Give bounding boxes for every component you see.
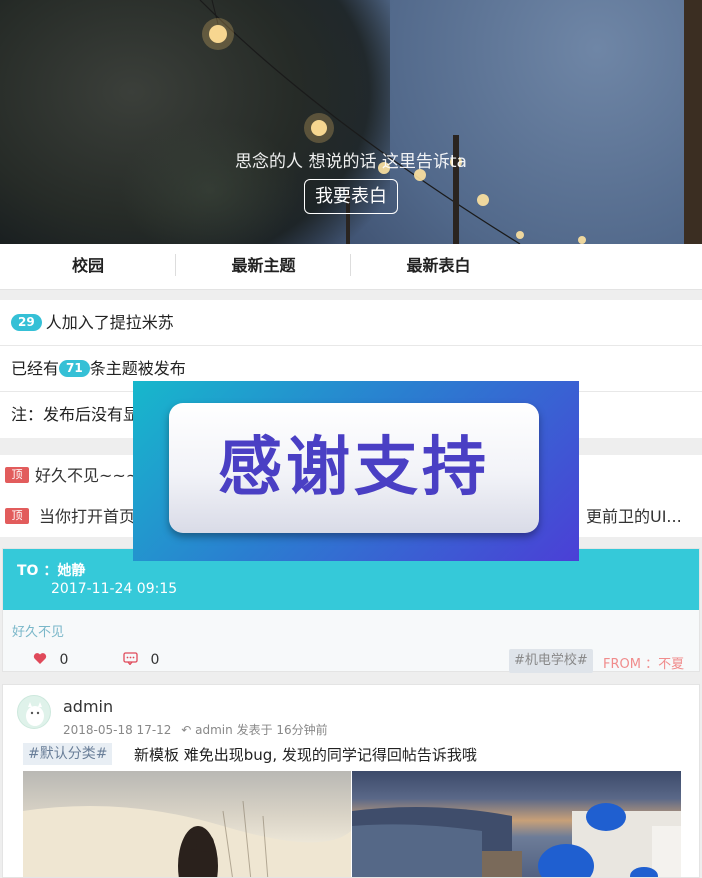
tab-latest-confessions[interactable]: 最新表白 [351,244,526,290]
members-count-badge: 29 [11,313,42,331]
tab-bar: 校园 最新主题 最新表白 [0,244,702,290]
hero-title: 思念的人 想说的话 这里告诉ta [235,152,467,172]
pin-badge: 顶 [5,467,29,483]
members-stat: 29 人加入了提拉米苏 [0,300,702,346]
post-image-couple[interactable] [23,771,351,877]
hero-banner: 思念的人 想说的话 这里告诉ta 我要表白 [0,0,702,244]
topics-count-badge: 71 [59,359,90,377]
category-tag[interactable]: #默认分类# [23,743,113,765]
thanks-badge: 感谢支持 [169,403,539,533]
thanks-text: 感谢支持 [218,431,490,505]
to-label: TO ： [17,563,58,579]
post-meta: 2018-05-18 17-12 ↶ admin 发表于 16分钟前 [63,721,328,738]
pin-badge: 顶 [5,508,29,524]
reply-icon: ↶ [181,723,192,737]
like-count: 0 [59,652,69,668]
post-meta-time: 发表于 16分钟前 [236,723,328,737]
avatar[interactable] [17,695,51,729]
tab-campus[interactable]: 校园 [0,244,176,290]
confession-date: 2017-11-24 09:15 [51,581,178,597]
tab-latest-topics[interactable]: 最新主题 [176,244,351,290]
confession-recipient: TO ：她静 [17,560,85,580]
like-button[interactable]: 0 [33,652,68,668]
confession-card[interactable]: TO ：她静 2017-11-24 09:15 好久不见 0 0 #机电学校# … [2,548,700,673]
post-date: 2018-05-18 17-12 [63,723,172,737]
post-meta-author[interactable]: admin [195,723,233,737]
pinned-title-trailing: 更前卫的UI... [586,507,682,526]
comment-button[interactable]: 0 [123,652,159,668]
post-image-santorini[interactable] [352,771,681,877]
notice-text: 注：发布后没有显 [11,405,140,424]
santorini-photo [352,803,681,877]
pinned-title[interactable]: 好久不见~~~ [35,466,139,485]
post-author[interactable]: admin [63,697,113,716]
post-title[interactable]: 新模板 难免出现bug, 发现的同学记得回帖告诉我哦 [134,744,477,765]
comment-icon [123,652,138,666]
heart-icon [33,653,47,664]
pinned-title[interactable]: 当你打开首页 [39,507,135,526]
confess-button[interactable]: 我要表白 [304,179,398,214]
hero-post [684,0,702,244]
avatar-image [26,702,44,726]
topics-suffix: 条主题被发布 [89,359,186,378]
post-card[interactable]: admin 2018-05-18 17-12 ↶ admin 发表于 16分钟前… [2,684,700,878]
thanks-overlay-image[interactable]: 感谢支持 [133,381,579,561]
confession-body: 好久不见 [12,625,65,640]
confession-from: FROM ：不夏 [603,657,685,672]
couple-photo [23,800,351,877]
school-tag[interactable]: #机电学校# [509,649,593,673]
comment-count: 0 [150,652,160,668]
to-name: 她静 [57,563,86,579]
topics-prefix: 已经有 [11,359,60,378]
members-text: 人加入了提拉米苏 [45,313,174,332]
